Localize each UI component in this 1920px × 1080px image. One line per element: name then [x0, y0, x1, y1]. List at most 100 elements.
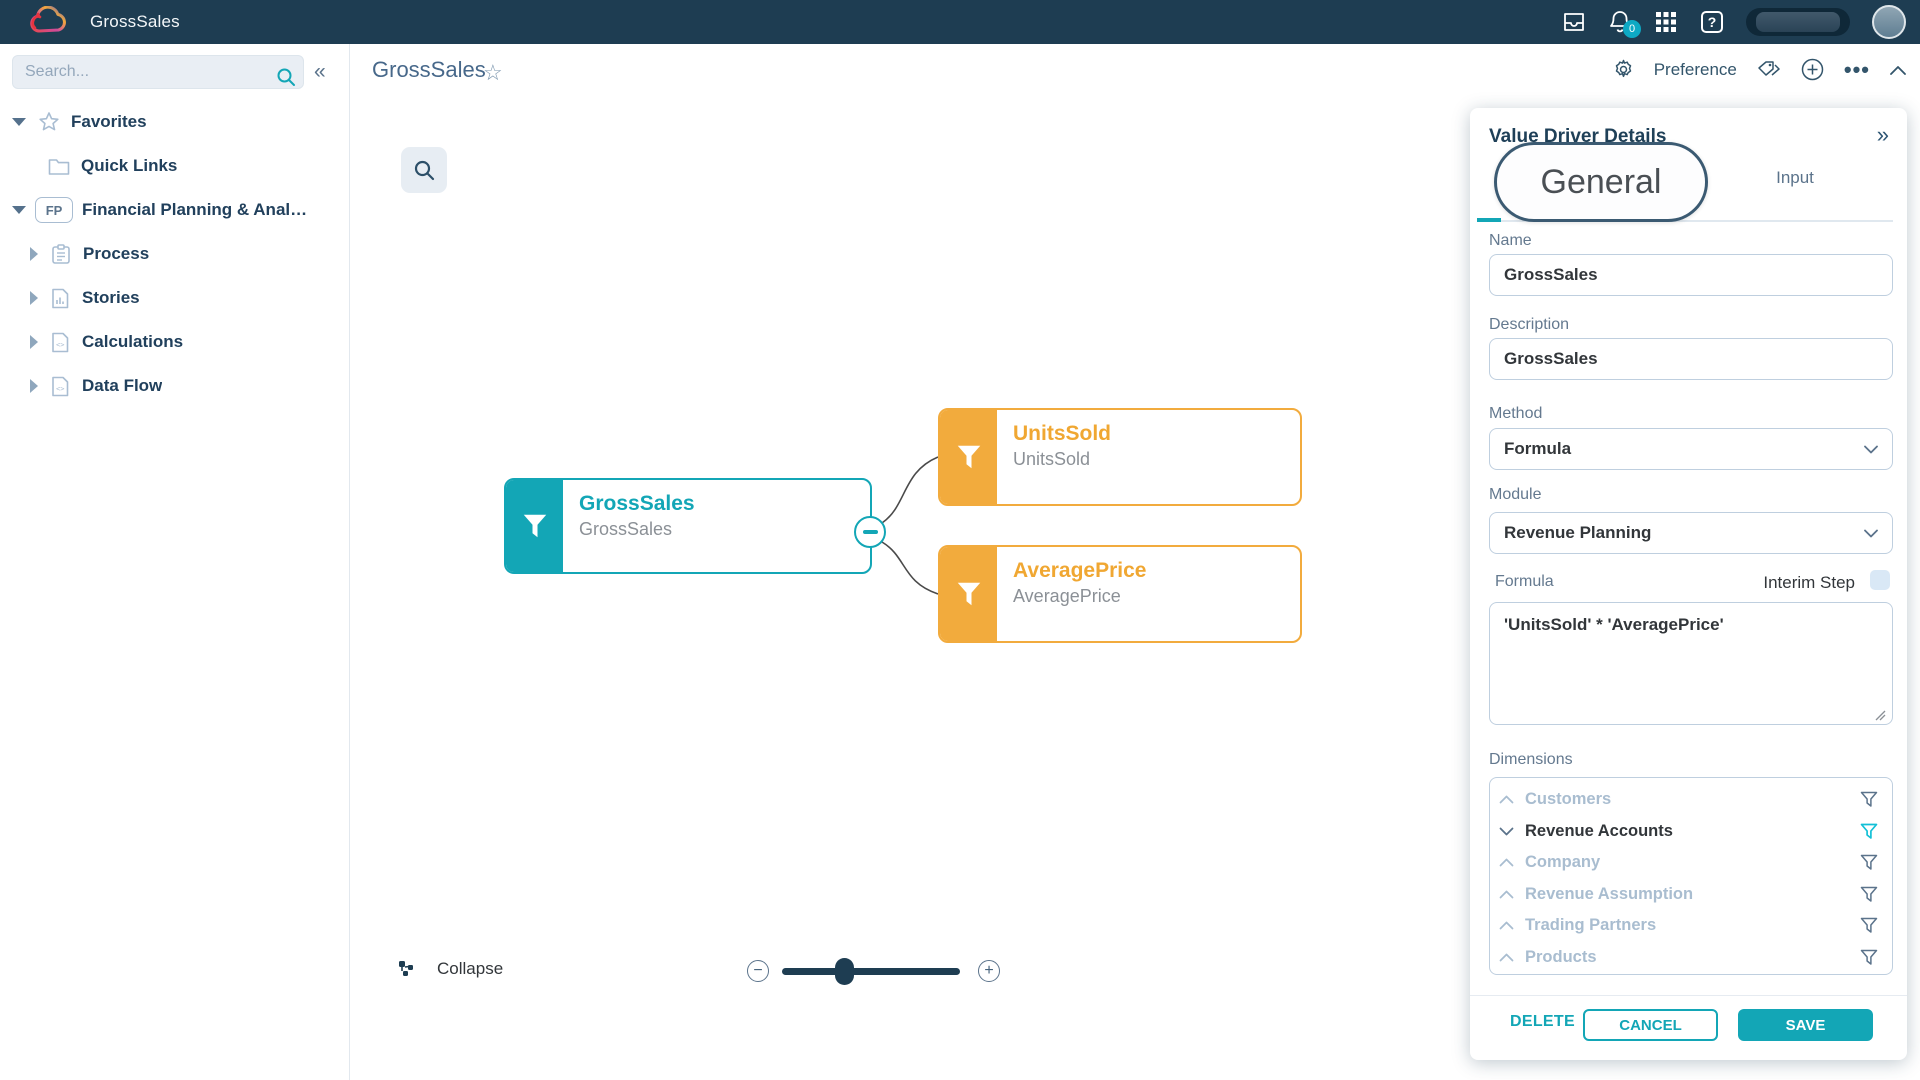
funnel-icon: [940, 547, 997, 641]
collapse-all-button[interactable]: Collapse: [397, 959, 503, 979]
collapse-header-chevron-icon[interactable]: [1890, 65, 1906, 75]
user-avatar[interactable]: [1872, 5, 1906, 39]
page-title: GrossSales: [372, 57, 486, 83]
node-gross-sales[interactable]: GrossSales GrossSales: [504, 478, 872, 574]
description-field[interactable]: [1489, 338, 1893, 380]
chevron-up-icon[interactable]: [1499, 890, 1517, 899]
navigation-sidebar: « Favorites Quick Links FP Financial Pla…: [0, 44, 350, 1080]
caret-right-icon[interactable]: [30, 379, 38, 393]
interim-step-checkbox[interactable]: [1870, 570, 1890, 590]
favorite-star-icon[interactable]: ☆: [483, 60, 503, 86]
zoom-slider-thumb[interactable]: [835, 958, 854, 985]
caret-right-icon[interactable]: [30, 247, 38, 261]
help-icon[interactable]: ?: [1700, 10, 1724, 34]
zoom-out-button[interactable]: −: [747, 960, 769, 982]
sidebar-search-row: «: [0, 52, 350, 92]
save-button[interactable]: SAVE: [1738, 1009, 1873, 1041]
gear-icon[interactable]: [1613, 59, 1634, 80]
canvas-search-button[interactable]: [401, 147, 447, 193]
dimension-row-revenue-assumption[interactable]: Revenue Assumption: [1499, 879, 1878, 911]
filter-icon[interactable]: [1860, 949, 1878, 966]
chevron-down-icon: [1864, 439, 1878, 459]
search-icon[interactable]: [276, 67, 296, 92]
filter-icon[interactable]: [1860, 791, 1878, 808]
sidebar-item-favorites[interactable]: Favorites: [0, 100, 350, 144]
chevron-down-icon: [1864, 523, 1878, 543]
sidebar-collapse-icon[interactable]: «: [314, 60, 326, 84]
inbox-icon[interactable]: [1562, 10, 1586, 34]
filter-icon-active[interactable]: [1860, 823, 1878, 840]
funnel-icon: [506, 480, 563, 572]
more-options-icon[interactable]: •••: [1844, 65, 1870, 75]
sidebar-item-quick-links[interactable]: Quick Links: [0, 144, 350, 188]
formula-label: Formula: [1495, 573, 1554, 591]
filter-icon[interactable]: [1860, 854, 1878, 871]
dimensions-label: Dimensions: [1489, 751, 1573, 769]
chevron-down-icon[interactable]: [1499, 827, 1517, 836]
sidebar-item-stories[interactable]: Stories: [0, 276, 350, 320]
add-icon[interactable]: [1801, 58, 1824, 81]
module-select[interactable]: Revenue Planning: [1489, 512, 1893, 554]
interim-step-label: Interim Step: [1763, 573, 1855, 593]
collapse-label: Collapse: [437, 959, 503, 979]
value-driver-details-panel: Value Driver Details » Input General Nam…: [1470, 108, 1907, 1060]
chevron-up-icon[interactable]: [1499, 795, 1517, 804]
app-grid-icon[interactable]: [1654, 10, 1678, 34]
sidebar-item-data-flow[interactable]: <> Data Flow: [0, 364, 350, 408]
footer-divider: [1470, 995, 1907, 996]
user-name-pill[interactable]: [1746, 8, 1850, 36]
caret-right-icon[interactable]: [30, 335, 38, 349]
dimension-row-products[interactable]: Products: [1499, 942, 1878, 974]
chevron-up-icon[interactable]: [1499, 858, 1517, 867]
sap-analytics-cloud-logo-icon[interactable]: [28, 6, 68, 38]
chevron-up-icon[interactable]: [1499, 921, 1517, 930]
sidebar-item-calculations[interactable]: <> Calculations: [0, 320, 350, 364]
tag-icon[interactable]: [1757, 60, 1781, 80]
method-select[interactable]: Formula: [1489, 428, 1893, 470]
sidebar-item-financial-planning[interactable]: FP Financial Planning & Analy...: [0, 188, 350, 232]
collapse-children-button[interactable]: [854, 516, 886, 548]
node-subtitle: GrossSales: [579, 519, 695, 540]
chevron-up-icon[interactable]: [1499, 953, 1517, 962]
search-input[interactable]: [12, 55, 304, 89]
method-label: Method: [1489, 405, 1542, 423]
dimension-row-customers[interactable]: Customers: [1499, 784, 1878, 816]
preference-button[interactable]: Preference: [1654, 60, 1737, 80]
name-field[interactable]: [1489, 254, 1893, 296]
delete-button[interactable]: DELETE: [1510, 1013, 1575, 1031]
node-average-price[interactable]: AveragePrice AveragePrice: [938, 545, 1302, 643]
hierarchy-icon: [397, 960, 415, 978]
zoom-slider[interactable]: [782, 968, 960, 975]
module-label: Module: [1489, 486, 1541, 504]
node-subtitle: AveragePrice: [1013, 586, 1146, 607]
data-flow-doc-icon: <>: [51, 376, 69, 397]
notifications-bell-icon[interactable]: 0: [1608, 10, 1632, 34]
dimension-row-revenue-accounts[interactable]: Revenue Accounts: [1499, 816, 1878, 848]
node-title: UnitsSold: [1013, 422, 1111, 446]
zoom-in-button[interactable]: +: [978, 960, 1000, 982]
canvas-header: GrossSales ☆ Preference •••: [351, 44, 1920, 102]
filter-icon[interactable]: [1860, 917, 1878, 934]
node-units-sold[interactable]: UnitsSold UnitsSold: [938, 408, 1302, 506]
dimension-row-company[interactable]: Company: [1499, 847, 1878, 879]
caret-down-icon[interactable]: [12, 206, 26, 214]
dimensions-list: Customers Revenue Accounts Company: [1489, 777, 1893, 975]
formula-textarea[interactable]: 'UnitsSold' * 'AveragePrice': [1489, 602, 1893, 725]
fp-badge: FP: [35, 197, 73, 223]
panel-collapse-icon[interactable]: »: [1877, 122, 1889, 148]
funnel-icon: [940, 410, 997, 504]
tab-general[interactable]: General: [1494, 142, 1708, 222]
cancel-button[interactable]: CANCEL: [1583, 1009, 1718, 1041]
caret-right-icon[interactable]: [30, 291, 38, 305]
dimension-row-trading-partners[interactable]: Trading Partners: [1499, 910, 1878, 942]
app-screen: GrossSales 0 ?: [0, 0, 1920, 1080]
filter-icon[interactable]: [1860, 886, 1878, 903]
sidebar-tree: Favorites Quick Links FP Financial Plann…: [0, 100, 350, 408]
sidebar-item-process[interactable]: Process: [0, 232, 350, 276]
topbar-actions: 0 ?: [1562, 0, 1906, 44]
svg-text:<>: <>: [56, 385, 64, 393]
tab-input[interactable]: Input: [1740, 168, 1850, 188]
caret-down-icon[interactable]: [12, 118, 26, 126]
module-value: Revenue Planning: [1504, 523, 1651, 543]
node-subtitle: UnitsSold: [1013, 449, 1111, 470]
